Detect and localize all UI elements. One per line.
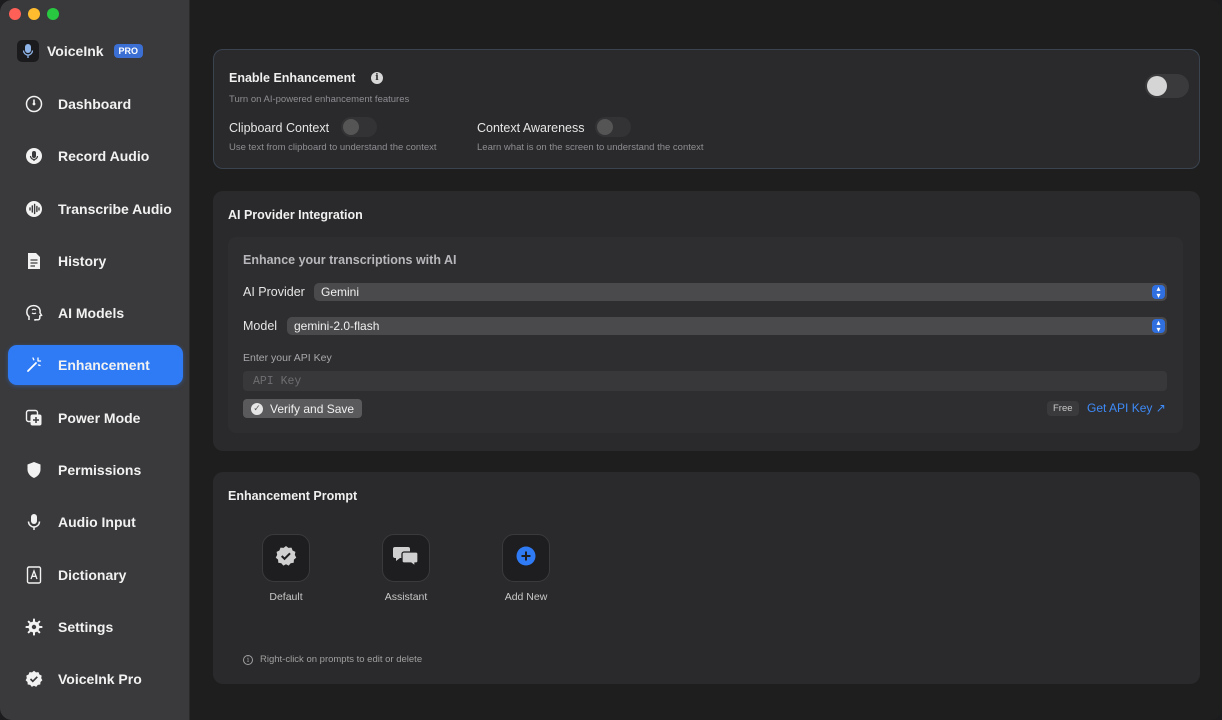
sidebar-item-label: Dictionary [58,566,127,583]
sidebar-item-voiceink-pro[interactable]: VoiceInk Pro [8,659,183,699]
sidebar-item-history[interactable]: History [8,241,183,281]
ai-provider-label: AI Provider [243,285,305,299]
prompt-default[interactable]: Default [246,534,326,603]
context-awareness-label: Context Awareness [477,121,585,135]
model-value: gemini-2.0-flash [294,319,380,333]
prompt-footnote-text: Right-click on prompts to edit or delete [260,654,423,665]
model-select[interactable]: gemini-2.0-flash ▴ ▾ [287,317,1167,335]
verify-and-save-button[interactable]: ✓ Verify and Save [243,399,363,418]
api-key-label: Enter your API Key [243,352,332,364]
chat-bubbles-icon [393,545,419,572]
main-content: Enable Enhancement i Turn on AI-powered … [191,0,1222,720]
sidebar-item-label: Dashboard [58,96,132,112]
gauge-icon [24,94,44,114]
sidebar-item-label: Permissions [58,462,142,479]
prompt-label: Assistant [384,591,428,603]
sidebar-item-label: Enhancement [58,357,150,374]
clipboard-context-toggle[interactable] [341,117,377,137]
enhancement-prompt-card: Enhancement Prompt Default Assistant Add… [213,472,1200,684]
brain-head-icon [24,303,44,323]
context-awareness-toggle[interactable] [595,117,631,137]
enhancement-prompt-title: Enhancement Prompt [228,489,358,503]
sidebar-item-dashboard[interactable]: Dashboard [8,84,183,124]
waveform-mic-icon [24,146,44,166]
prompt-tile [382,534,430,582]
clipboard-context-label: Clipboard Context [229,121,330,135]
ai-provider-value: Gemini [321,285,360,299]
prompt-footnote: i Right-click on prompts to edit or dele… [243,654,422,665]
document-icon [24,251,44,271]
close-window-button[interactable] [9,8,21,20]
zoom-window-button[interactable] [47,8,59,20]
get-api-key-link[interactable]: Get API Key ↗ [1087,401,1166,415]
sidebar-item-permissions[interactable]: Permissions [8,450,183,490]
context-awareness-description: Learn what is on the screen to understan… [477,142,704,153]
sidebar-item-settings[interactable]: Settings [8,607,183,647]
sidebar-item-label: Record Audio [58,148,150,165]
enable-enhancement-subtitle: Turn on AI-powered enhancement features [229,94,410,105]
ai-provider-select[interactable]: Gemini ▴ ▾ [314,283,1167,301]
sidebar-item-label: History [58,252,107,269]
checkmark-seal-icon [275,545,297,572]
sidebar-item-ai-models[interactable]: AI Models [8,293,183,333]
enable-enhancement-toggle[interactable] [1145,74,1189,98]
verify-and-save-label: Verify and Save [270,401,355,416]
sidebar-item-label: VoiceInk Pro [58,671,142,688]
checkmark-seal-icon [24,669,44,689]
waveform-icon [24,199,44,219]
sidebar-item-transcribe-audio[interactable]: Transcribe Audio [8,189,183,229]
sidebar-item-label: Settings [58,618,114,635]
prompt-label: Add New [504,591,548,603]
shield-icon [24,460,44,480]
app-logo-icon [17,40,39,62]
sidebar: VoiceInk PRO Dashboard Record Audio Tran… [0,0,190,720]
prompt-tile [262,534,310,582]
prompt-tile [502,534,550,582]
chevron-up-down-icon: ▴ ▾ [1152,319,1165,334]
app-brand: VoiceInk PRO [17,40,144,62]
info-icon[interactable]: i [371,72,383,84]
ai-provider-section-title: AI Provider Integration [228,208,363,222]
magic-wand-icon [24,355,44,375]
sidebar-item-label: AI Models [58,305,125,322]
clipboard-context-description: Use text from clipboard to understand th… [229,142,437,153]
pro-badge: PRO [113,44,144,58]
free-badge: Free [1047,401,1079,416]
gear-icon [24,617,44,637]
enhancement-settings-card: Enable Enhancement i Turn on AI-powered … [213,49,1200,169]
chevron-up-down-icon: ▴ ▾ [1152,285,1165,300]
app-name: VoiceInk [47,43,104,59]
model-label: Model [243,319,278,333]
sidebar-item-enhancement[interactable]: Enhancement [8,345,183,386]
info-icon: i [243,654,253,665]
sidebar-item-label: Transcribe Audio [58,200,172,217]
ai-provider-panel: Enhance your transcriptions with AI AI P… [228,237,1183,433]
book-icon [24,565,44,585]
add-square-icon [24,408,44,428]
app-window: VoiceInk PRO Dashboard Record Audio Tran… [0,0,1222,720]
sidebar-item-dictionary[interactable]: Dictionary [8,555,183,595]
ai-provider-card: AI Provider Integration Enhance your tra… [213,191,1200,451]
sidebar-item-audio-input[interactable]: Audio Input [8,502,183,542]
minimize-window-button[interactable] [28,8,40,20]
sidebar-item-record-audio[interactable]: Record Audio [8,136,183,176]
enable-enhancement-title: Enable Enhancement [229,71,356,85]
sidebar-item-label: Power Mode [58,409,141,426]
prompt-label: Default [269,591,303,603]
ai-provider-heading: Enhance your transcriptions with AI [243,253,457,267]
checkmark-circle-icon: ✓ [251,402,263,415]
mic-icon [24,512,44,532]
prompt-add-new[interactable]: Add New [486,534,566,603]
sidebar-item-label: Audio Input [58,514,136,531]
window-controls [9,8,59,20]
prompt-assistant[interactable]: Assistant [366,534,446,603]
api-key-input[interactable] [243,371,1167,391]
plus-circle-icon [516,546,536,571]
sidebar-nav: Dashboard Record Audio Transcribe Audio … [8,84,183,712]
sidebar-item-power-mode[interactable]: Power Mode [8,398,183,438]
